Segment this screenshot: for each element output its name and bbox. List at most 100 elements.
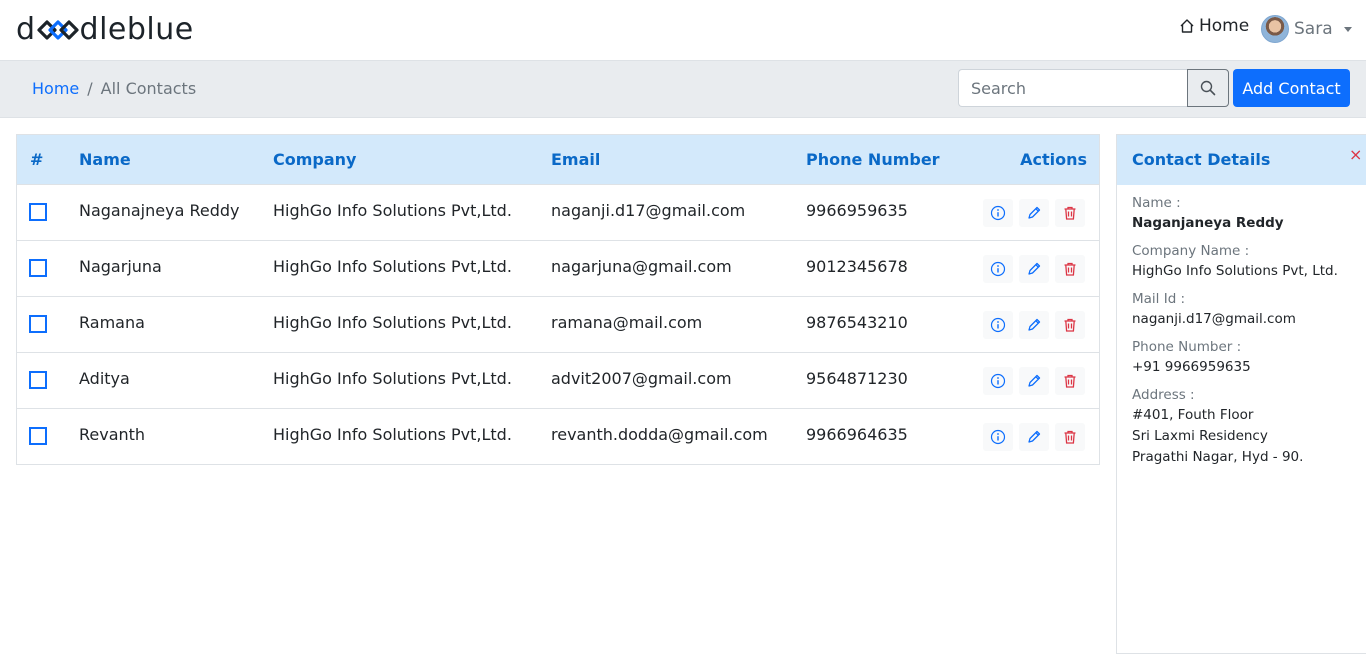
info-icon <box>990 317 1006 333</box>
table-row[interactable]: Revanth HighGo Info Solutions Pvt,Ltd. r… <box>17 409 1099 465</box>
details-header: Contact Details × <box>1117 135 1366 185</box>
avatar <box>1261 15 1289 43</box>
info-icon <box>990 429 1006 445</box>
address-line-2: Sri Laxmi Residency <box>1132 428 1268 444</box>
breadcrumb-current: All Contacts <box>100 79 197 98</box>
row-checkbox[interactable] <box>29 315 47 333</box>
delete-button[interactable] <box>1055 199 1085 227</box>
contact-company: HighGo Info Solutions Pvt,Ltd. <box>273 201 512 220</box>
header-email[interactable]: Email <box>551 150 600 169</box>
breadcrumb-separator: / <box>87 79 93 98</box>
contact-email: ramana@mail.com <box>551 313 703 332</box>
pencil-icon <box>1028 206 1041 219</box>
contact-name: Aditya <box>79 369 130 388</box>
name-label: Name : <box>1132 195 1181 211</box>
mail-label: Mail Id : <box>1132 291 1186 307</box>
trash-icon <box>1064 318 1076 332</box>
table-row[interactable]: Nagarjuna HighGo Info Solutions Pvt,Ltd.… <box>17 241 1099 297</box>
chevron-down-icon <box>1343 26 1352 32</box>
house-icon <box>1180 19 1194 33</box>
info-button[interactable] <box>983 255 1013 283</box>
contact-phone: 9012345678 <box>806 257 908 276</box>
header-company[interactable]: Company <box>273 150 356 169</box>
table-row[interactable]: Aditya HighGo Info Solutions Pvt,Ltd. ad… <box>17 353 1099 409</box>
navbar: d dleblue Home Sara <box>0 0 1366 61</box>
contact-phone: 9564871230 <box>806 369 908 388</box>
info-button[interactable] <box>983 423 1013 451</box>
logo-text-right: dleblue <box>79 12 194 47</box>
info-button[interactable] <box>983 367 1013 395</box>
trash-icon <box>1064 206 1076 220</box>
company-value: HighGo Info Solutions Pvt, Ltd. <box>1132 263 1338 279</box>
delete-button[interactable] <box>1055 367 1085 395</box>
contact-email: revanth.dodda@gmail.com <box>551 425 768 444</box>
delete-button[interactable] <box>1055 311 1085 339</box>
name-value: Naganjaneya Reddy <box>1132 215 1284 231</box>
row-checkbox[interactable] <box>29 427 47 445</box>
breadcrumb: Home / All Contacts <box>32 79 196 98</box>
nav-home-link[interactable]: Home <box>1179 16 1249 36</box>
contact-name: Ramana <box>79 313 145 332</box>
logo-mark-icon <box>36 20 79 40</box>
edit-button[interactable] <box>1019 423 1049 451</box>
details-title: Contact Details <box>1132 150 1271 169</box>
brand-logo[interactable]: d dleblue <box>16 12 194 48</box>
info-button[interactable] <box>983 199 1013 227</box>
pencil-icon <box>1028 318 1041 331</box>
contact-name: Naganajneya Reddy <box>79 201 240 220</box>
contact-phone: 9966964635 <box>806 425 908 444</box>
contact-company: HighGo Info Solutions Pvt,Ltd. <box>273 313 512 332</box>
pencil-icon <box>1028 430 1041 443</box>
contact-phone: 9966959635 <box>806 201 908 220</box>
header-name[interactable]: Name <box>79 150 131 169</box>
address-label: Address : <box>1132 387 1195 403</box>
contact-email: nagarjuna@gmail.com <box>551 257 732 276</box>
contact-name: Revanth <box>79 425 146 444</box>
search-button[interactable] <box>1187 69 1229 107</box>
info-icon <box>990 205 1006 221</box>
info-button[interactable] <box>983 311 1013 339</box>
phone-label: Phone Number : <box>1132 339 1242 355</box>
contact-email: advit2007@gmail.com <box>551 369 732 388</box>
edit-button[interactable] <box>1019 367 1049 395</box>
pencil-icon <box>1028 374 1041 387</box>
trash-icon <box>1064 374 1076 388</box>
trash-icon <box>1064 262 1076 276</box>
table-row[interactable]: Ramana HighGo Info Solutions Pvt,Ltd. ra… <box>17 297 1099 353</box>
add-contact-button[interactable]: Add Contact <box>1233 69 1350 107</box>
edit-button[interactable] <box>1019 199 1049 227</box>
address-line-1: #401, Fouth Floor <box>1132 407 1254 423</box>
info-icon <box>990 261 1006 277</box>
row-checkbox[interactable] <box>29 203 47 221</box>
delete-button[interactable] <box>1055 423 1085 451</box>
close-icon[interactable]: × <box>1349 145 1362 164</box>
table-header: # Name Company Email Phone Number Action… <box>17 135 1099 185</box>
trash-icon <box>1064 430 1076 444</box>
delete-button[interactable] <box>1055 255 1085 283</box>
header-phone[interactable]: Phone Number <box>806 150 940 169</box>
breadcrumb-home-link[interactable]: Home <box>32 79 79 98</box>
pencil-icon <box>1028 262 1041 275</box>
header-actions: Actions <box>1020 150 1087 169</box>
contact-name: Nagarjuna <box>79 257 162 276</box>
contact-email: naganji.d17@gmail.com <box>551 201 746 220</box>
row-checkbox[interactable] <box>29 259 47 277</box>
search-icon <box>1200 80 1216 96</box>
user-name: Sara <box>1294 19 1333 39</box>
edit-button[interactable] <box>1019 311 1049 339</box>
user-menu[interactable]: Sara <box>1261 15 1352 43</box>
contacts-table: # Name Company Email Phone Number Action… <box>16 134 1100 465</box>
logo-text-left: d <box>16 12 36 47</box>
table-body: Naganajneya Reddy HighGo Info Solutions … <box>17 185 1099 465</box>
search-input[interactable] <box>958 69 1188 107</box>
breadcrumb-bar: Home / All Contacts Add Contact <box>0 60 1366 118</box>
mail-value: naganji.d17@gmail.com <box>1132 311 1296 327</box>
company-label: Company Name : <box>1132 243 1250 259</box>
phone-value: +91 9966959635 <box>1132 359 1251 375</box>
address-line-3: Pragathi Nagar, Hyd - 90. <box>1132 449 1304 465</box>
contact-company: HighGo Info Solutions Pvt,Ltd. <box>273 425 512 444</box>
row-checkbox[interactable] <box>29 371 47 389</box>
table-row[interactable]: Naganajneya Reddy HighGo Info Solutions … <box>17 185 1099 241</box>
edit-button[interactable] <box>1019 255 1049 283</box>
contact-company: HighGo Info Solutions Pvt,Ltd. <box>273 257 512 276</box>
